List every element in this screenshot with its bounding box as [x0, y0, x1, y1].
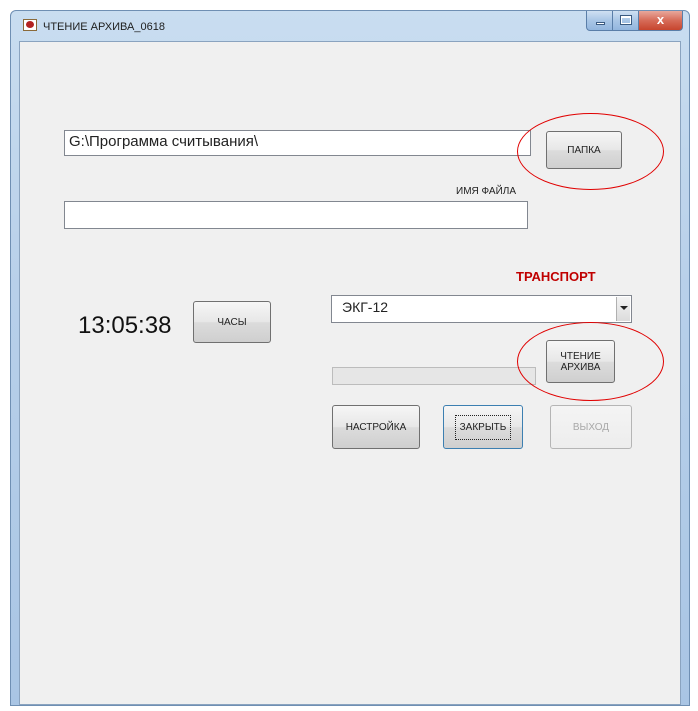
settings-button-label: НАСТРОЙКА: [345, 421, 407, 433]
folder-button[interactable]: ПАПКА: [546, 131, 622, 169]
transport-label: ТРАНСПОРТ: [516, 269, 596, 284]
read-archive-button[interactable]: ЧТЕНИЕ АРХИВА: [546, 340, 615, 383]
clock-display: 13:05:38: [78, 312, 172, 339]
close-window-button[interactable]: x: [639, 11, 683, 31]
minimize-button[interactable]: [586, 11, 613, 31]
close-button[interactable]: ЗАКРЫТЬ: [443, 405, 523, 449]
read-archive-label: ЧТЕНИЕ АРХИВА: [560, 351, 601, 373]
close-icon: x: [656, 12, 665, 27]
clock-button[interactable]: ЧАСЫ: [193, 301, 271, 343]
dropdown-arrow-icon[interactable]: [616, 297, 630, 321]
caption-buttons: x: [586, 11, 683, 31]
transport-selected-value: ЭКГ-12: [342, 299, 389, 315]
read-archive-label-line1: ЧТЕНИЕ: [560, 350, 601, 362]
clock-button-label: ЧАСЫ: [217, 316, 247, 328]
folder-button-label: ПАПКА: [567, 144, 601, 156]
app-icon[interactable]: [23, 19, 37, 31]
app-window: ЧТЕНИЕ АРХИВА_0618 x G:\Программа считыв…: [10, 10, 690, 706]
exit-button-label: ВЫХОД: [572, 421, 610, 433]
folder-path-field[interactable]: G:\Программа считывания\: [64, 130, 531, 156]
client-area: G:\Программа считывания\ ПАПКА ИМЯ ФАЙЛА…: [19, 41, 681, 705]
title-bar[interactable]: ЧТЕНИЕ АРХИВА_0618 x: [11, 11, 689, 41]
folder-path-value: G:\Программа считывания\: [69, 133, 259, 150]
file-name-field[interactable]: [64, 201, 528, 229]
settings-button[interactable]: НАСТРОЙКА: [332, 405, 420, 449]
window-title: ЧТЕНИЕ АРХИВА_0618: [43, 21, 165, 33]
read-archive-label-line2: АРХИВА: [560, 361, 601, 373]
close-button-label: ЗАКРЫТЬ: [454, 414, 512, 440]
file-name-label: ИМЯ ФАЙЛА: [456, 186, 516, 197]
transport-select[interactable]: ЭКГ-12: [331, 295, 632, 323]
maximize-button[interactable]: [613, 11, 639, 31]
exit-button[interactable]: ВЫХОД: [550, 405, 632, 449]
read-progress-bar: [332, 367, 536, 385]
